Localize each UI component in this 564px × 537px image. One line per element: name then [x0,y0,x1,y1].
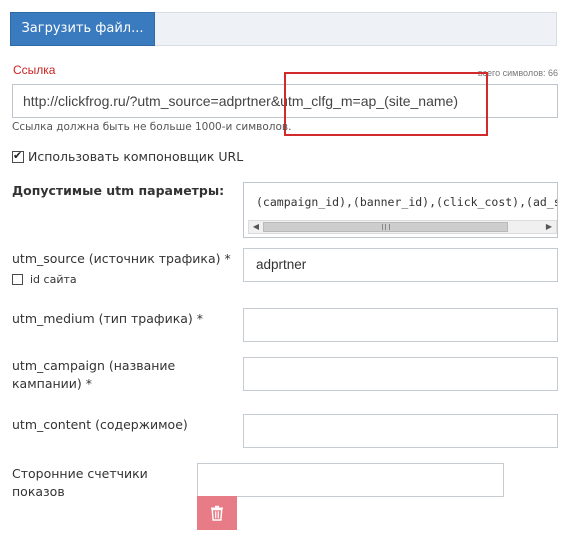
utm-content-input[interactable] [243,414,558,448]
utm-campaign-input[interactable] [243,357,558,391]
counters-input[interactable] [197,463,504,497]
utm-medium-label: utm_medium (тип трафика) * [12,311,204,326]
url-builder-label: Использовать компоновщик URL [28,149,244,164]
site-id-toggle[interactable]: id сайта [12,273,77,286]
char-count: всего символов: 66 [477,68,558,78]
params-label: Допустимые utm параметры: [12,183,225,198]
utm-params-text: (campaign_id),(banner_id),(click_cost),(… [256,195,558,209]
scrollbar-thumb[interactable] [263,222,508,232]
utm-campaign-label: utm_campaign (название кампании) * [12,358,176,391]
utm-source-input[interactable]: adprtner [243,248,558,282]
site-id-label: id сайта [30,273,77,286]
upload-file-button[interactable]: Загрузить файл... [10,12,155,46]
utm-content-label: utm_content (содержимое) [12,417,188,432]
horizontal-scrollbar[interactable]: ◀ ▶ [248,220,557,234]
counters-label: Сторонние счетчики показов [12,466,148,499]
link-label: Ссылка [13,63,56,77]
trash-icon [211,505,223,521]
utm-medium-input[interactable] [243,308,558,342]
utm-source-label: utm_source (источник трафика) * [12,251,231,266]
grip-icon [382,224,390,230]
utm-params-box[interactable]: (campaign_id),(banner_id),(click_cost),(… [243,182,558,238]
highlight-box [284,72,488,136]
site-id-checkbox[interactable] [12,274,23,285]
url-length-hint: Ссылка должна быть не больше 1000-и симв… [12,121,292,133]
url-builder-toggle[interactable]: Использовать компоновщик URL [12,149,243,164]
scroll-right-icon[interactable]: ▶ [542,221,556,233]
scroll-left-icon[interactable]: ◀ [249,221,263,233]
url-builder-checkbox[interactable] [12,149,24,163]
delete-counter-button[interactable] [197,496,237,530]
